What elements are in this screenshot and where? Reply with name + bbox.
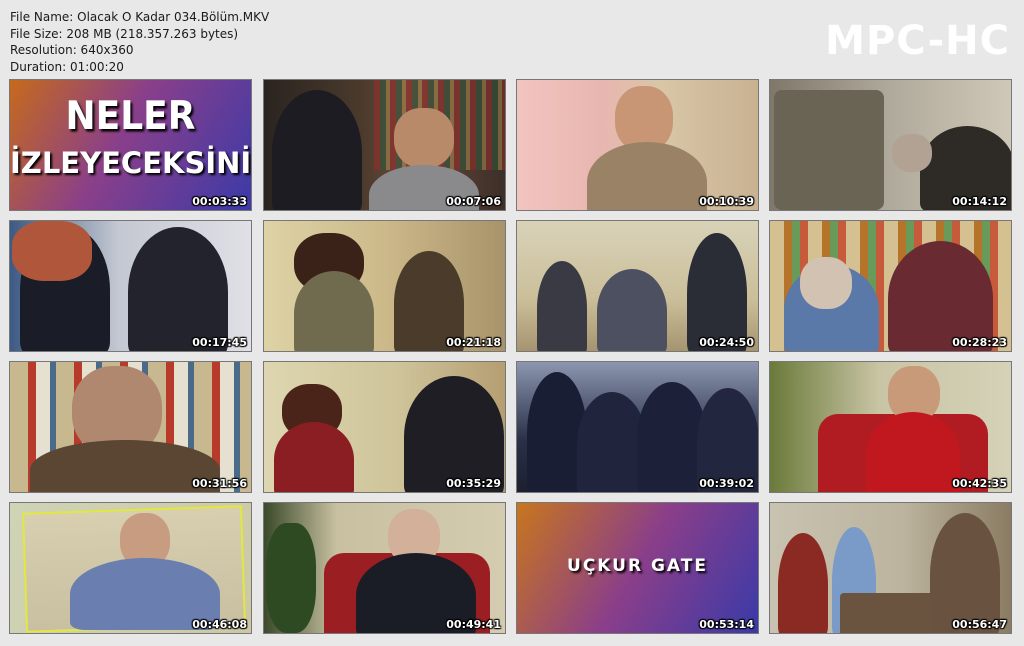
thumbnail-9[interactable]: 00:31:56	[9, 361, 252, 493]
timestamp: 00:39:02	[699, 477, 754, 490]
timestamp: 00:21:18	[446, 336, 501, 349]
timestamp: 00:35:29	[446, 477, 501, 490]
thumbnail-6[interactable]: 00:21:18	[263, 220, 506, 352]
timestamp: 00:42:35	[952, 477, 1007, 490]
thumbnail-grid: NELER İZLEYECEKSİNİZ 00:03:33 00:07:06 0…	[9, 79, 1015, 636]
thumbnail-10[interactable]: 00:35:29	[263, 361, 506, 493]
timestamp: 00:10:39	[699, 195, 754, 208]
thumbnail-7[interactable]: 00:24:50	[516, 220, 759, 352]
thumbnail-3[interactable]: 00:10:39	[516, 79, 759, 211]
timestamp: 00:17:45	[192, 336, 247, 349]
thumbnail-2[interactable]: 00:07:06	[263, 79, 506, 211]
duration: Duration: 01:00:20	[10, 59, 124, 74]
resolution: Resolution: 640x360	[10, 43, 134, 57]
thumbnail-15[interactable]: UÇKUR GATE 00:53:14	[516, 502, 759, 634]
file-size: File Size: 208 MB (218.357.263 bytes)	[10, 26, 239, 41]
timestamp: 00:53:14	[699, 618, 754, 631]
thumbnail-11[interactable]: 00:39:02	[516, 361, 759, 493]
file-name: File Name: Olacak O Kadar 034.Bölüm.MKV	[10, 10, 270, 24]
timestamp: 00:14:12	[952, 195, 1007, 208]
overlay-title: UÇKUR GATE	[567, 556, 708, 576]
timestamp: 00:28:23	[952, 336, 1007, 349]
thumbnail-4[interactable]: 00:14:12	[769, 79, 1012, 211]
overlay-title-line-1: NELER	[65, 93, 196, 140]
timestamp: 00:24:50	[699, 336, 754, 349]
timestamp: 00:31:56	[192, 477, 247, 490]
thumbnail-16[interactable]: 00:56:47	[769, 502, 1012, 634]
thumbnail-12[interactable]: 00:42:35	[769, 361, 1012, 493]
overlay-title-line-2: İZLEYECEKSİNİZ	[10, 146, 252, 180]
thumbnail-8[interactable]: 00:28:23	[769, 220, 1012, 352]
thumbnail-13[interactable]: 00:46:08	[9, 502, 252, 634]
timestamp: 00:56:47	[952, 618, 1007, 631]
timestamp: 00:03:33	[192, 195, 247, 208]
thumbnail-5[interactable]: 00:17:45	[9, 220, 252, 352]
timestamp: 00:46:08	[192, 618, 247, 631]
mpc-hc-logo: MPC-HC	[825, 18, 1010, 64]
thumbnail-1[interactable]: NELER İZLEYECEKSİNİZ 00:03:33	[9, 79, 252, 211]
timestamp: 00:07:06	[446, 195, 501, 208]
timestamp: 00:49:41	[446, 618, 501, 631]
file-info: File Name: Olacak O Kadar 034.Bölüm.MKV …	[10, 9, 269, 75]
thumbnail-14[interactable]: 00:49:41	[263, 502, 506, 634]
